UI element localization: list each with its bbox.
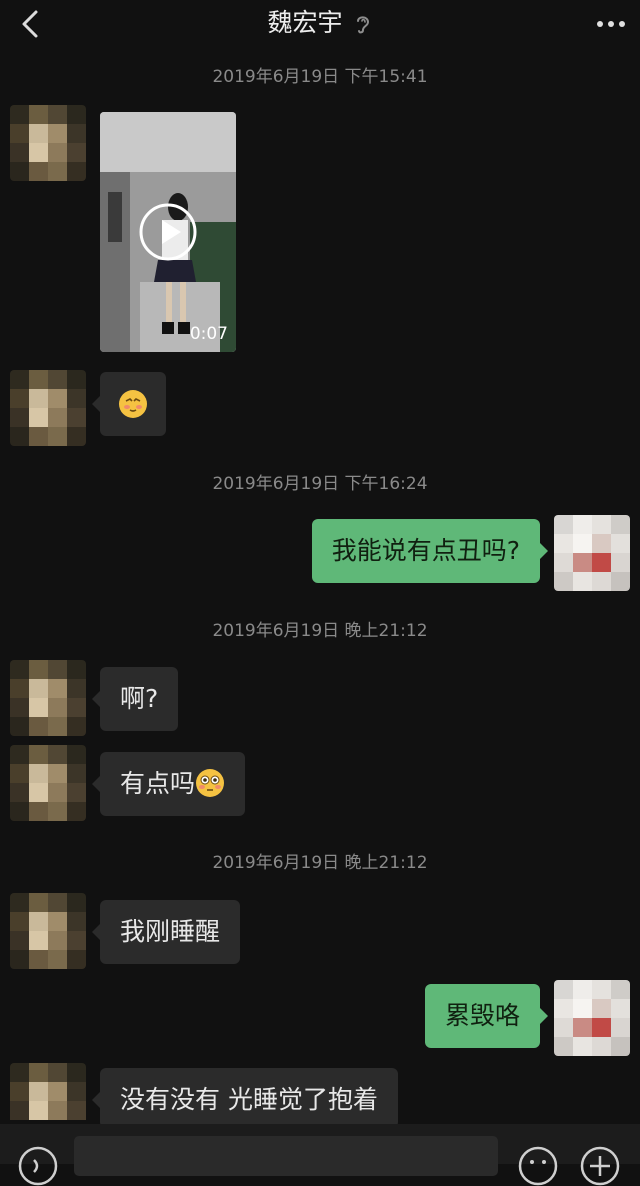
emoji-message[interactable]: [92, 372, 166, 436]
timestamp: 2019年6月19日 晚上21:12: [212, 621, 428, 641]
received-message[interactable]: 有点吗: [91, 752, 246, 816]
timestamp: 2019年6月19日 下午15:41: [212, 67, 428, 87]
plus-icon[interactable]: [580, 1146, 620, 1186]
emoji-icon[interactable]: [518, 1146, 558, 1186]
more-icon[interactable]: [594, 10, 628, 38]
ear-icon: [357, 16, 370, 34]
title-bar: 魏宏宇: [0, 0, 640, 46]
avatar[interactable]: [10, 105, 86, 181]
avatar[interactable]: [10, 660, 86, 736]
message-text: 有点吗: [120, 769, 196, 798]
avatar[interactable]: [10, 893, 86, 969]
sent-message[interactable]: 累毁咯: [424, 984, 549, 1048]
shy-emoji-icon: [119, 390, 147, 418]
my-avatar[interactable]: [554, 515, 630, 591]
flushed-emoji-icon: [196, 769, 225, 797]
avatar[interactable]: [10, 745, 86, 821]
my-avatar[interactable]: [554, 980, 630, 1056]
avatar[interactable]: [10, 370, 86, 446]
received-message[interactable]: 没有没有 光睡觉了抱着: [92, 1068, 398, 1128]
received-message[interactable]: 我刚睡醒: [91, 900, 241, 964]
timestamp: 2019年6月19日 下午16:24: [212, 474, 428, 494]
voice-icon[interactable]: [18, 1146, 58, 1186]
sent-message[interactable]: 我能说有点丑吗?: [311, 519, 549, 583]
message-input[interactable]: [74, 1136, 498, 1176]
chat-title-area: 魏宏宇: [0, 4, 640, 42]
chat-title: 魏宏宇: [267, 8, 343, 37]
received-message[interactable]: 啊?: [91, 667, 179, 731]
video-duration: 0:07: [189, 324, 228, 344]
play-icon[interactable]: [138, 202, 198, 262]
timestamp: 2019年6月19日 晚上21:12: [212, 853, 428, 873]
video-message[interactable]: 0:07: [100, 112, 236, 352]
input-bar: [0, 1124, 640, 1186]
